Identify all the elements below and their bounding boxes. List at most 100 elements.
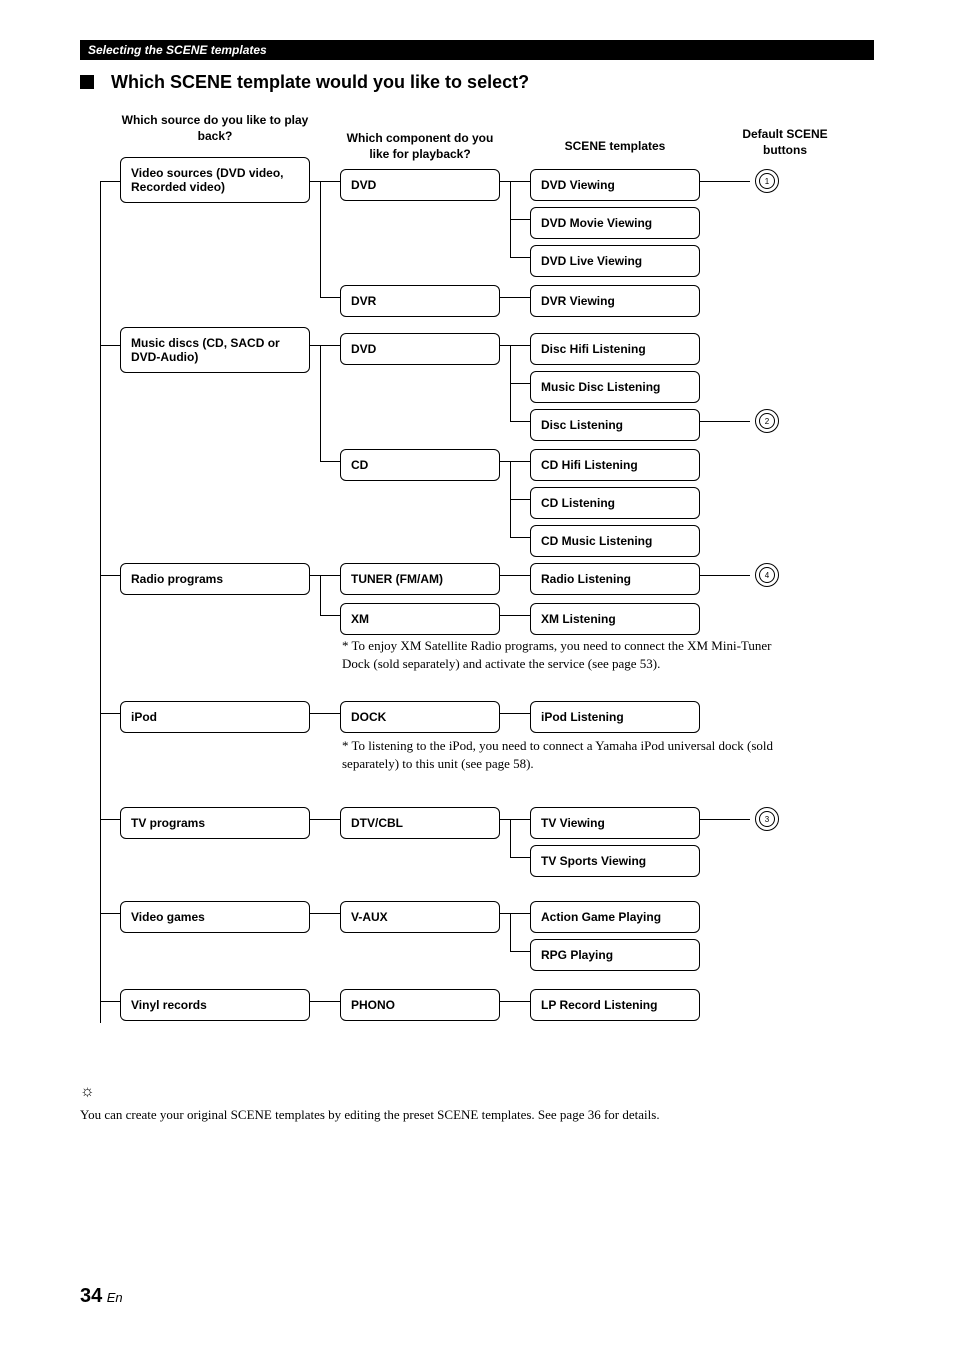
connector (310, 913, 340, 914)
tmpl-music-disc: Music Disc Listening (530, 371, 700, 403)
connector (320, 575, 340, 576)
connector (510, 499, 530, 500)
connector (510, 181, 530, 182)
connector (310, 1001, 340, 1002)
connector (500, 461, 510, 462)
scene-button-1: 1 (755, 169, 779, 193)
col-head-templates: SCENE templates (530, 139, 700, 155)
breadcrumb: Selecting the SCENE templates (88, 43, 267, 57)
comp-dvd2: DVD (340, 333, 500, 365)
connector (320, 345, 340, 346)
connector (700, 575, 750, 576)
comp-tuner: TUNER (FM/AM) (340, 563, 500, 595)
connector (500, 345, 510, 346)
connector (510, 913, 530, 914)
tmpl-dvd-view: DVD Viewing (530, 169, 700, 201)
connector (500, 297, 530, 298)
connector (100, 713, 120, 714)
connector (500, 819, 510, 820)
connector (510, 257, 530, 258)
connector (100, 1001, 120, 1002)
comp-vaux: V-AUX (340, 901, 500, 933)
note-xm: * To enjoy XM Satellite Radio programs, … (342, 637, 792, 672)
tmpl-disc-hifi: Disc Hifi Listening (530, 333, 700, 365)
tmpl-rpg: RPG Playing (530, 939, 700, 971)
connector (500, 713, 530, 714)
src-ipod: iPod (120, 701, 310, 733)
tip-text: You can create your original SCENE templ… (80, 1107, 874, 1123)
connector (310, 713, 340, 714)
tmpl-lp: LP Record Listening (530, 989, 700, 1021)
connector (500, 1001, 530, 1002)
connector (510, 951, 530, 952)
connector (100, 345, 120, 346)
connector (100, 181, 101, 1023)
connector (100, 913, 120, 914)
header-bar: Selecting the SCENE templates (80, 40, 874, 60)
tmpl-ipod-listen: iPod Listening (530, 701, 700, 733)
tmpl-disc-listen: Disc Listening (530, 409, 700, 441)
col-head-source: Which source do you like to play back? (120, 113, 310, 144)
src-music: Music discs (CD, SACD or DVD-Audio) (120, 327, 310, 373)
tmpl-cd-listen: CD Listening (530, 487, 700, 519)
connector (310, 345, 320, 346)
connector (320, 461, 340, 462)
connector (320, 575, 321, 615)
page-number-value: 34 (80, 1285, 102, 1307)
connector (510, 345, 530, 346)
comp-phono: PHONO (340, 989, 500, 1021)
page-number: 34 En (80, 1285, 123, 1308)
scene-button-4: 4 (755, 563, 779, 587)
src-vinyl: Vinyl records (120, 989, 310, 1021)
tmpl-dvr-view: DVR Viewing (530, 285, 700, 317)
connector (100, 575, 120, 576)
connector (510, 857, 530, 858)
connector (500, 181, 510, 182)
section-title: Which SCENE template would you like to s… (80, 72, 874, 93)
comp-dock: DOCK (340, 701, 500, 733)
col-head-buttons: Default SCENE buttons (720, 127, 850, 158)
tmpl-cd-music: CD Music Listening (530, 525, 700, 557)
tmpl-tv-sports: TV Sports Viewing (530, 845, 700, 877)
comp-dvd: DVD (340, 169, 500, 201)
tmpl-tv-view: TV Viewing (530, 807, 700, 839)
tmpl-dvd-live: DVD Live Viewing (530, 245, 700, 277)
connector (700, 819, 750, 820)
connector (510, 383, 530, 384)
square-bullet-icon (80, 75, 94, 89)
comp-xm: XM (340, 603, 500, 635)
src-video: Video sources (DVD video, Recorded video… (120, 157, 310, 203)
connector (510, 819, 530, 820)
comp-cd: CD (340, 449, 500, 481)
connector (320, 181, 321, 297)
connector (320, 345, 321, 461)
flow-diagram: Which source do you like to play back? W… (80, 113, 874, 1073)
tmpl-action-game: Action Game Playing (530, 901, 700, 933)
comp-dtv: DTV/CBL (340, 807, 500, 839)
scene-button-2: 2 (755, 409, 779, 433)
connector (510, 819, 511, 857)
connector (500, 913, 510, 914)
src-games: Video games (120, 901, 310, 933)
connector (100, 819, 120, 820)
tmpl-radio-listen: Radio Listening (530, 563, 700, 595)
page-lang: En (107, 1290, 123, 1305)
connector (510, 461, 530, 462)
tip-icon: ☼ (80, 1083, 95, 1100)
connector (100, 181, 120, 182)
comp-dvr: DVR (340, 285, 500, 317)
tmpl-cd-hifi: CD Hifi Listening (530, 449, 700, 481)
connector (510, 421, 530, 422)
connector (700, 181, 750, 182)
col-head-component: Which component do you like for playback… (340, 131, 500, 162)
connector (700, 421, 750, 422)
connector (320, 615, 340, 616)
connector (510, 537, 530, 538)
src-tv: TV programs (120, 807, 310, 839)
tmpl-dvd-movie: DVD Movie Viewing (530, 207, 700, 239)
connector (320, 297, 340, 298)
connector (500, 615, 530, 616)
tmpl-xm-listen: XM Listening (530, 603, 700, 635)
connector (320, 181, 340, 182)
section-title-text: Which SCENE template would you like to s… (111, 72, 529, 92)
